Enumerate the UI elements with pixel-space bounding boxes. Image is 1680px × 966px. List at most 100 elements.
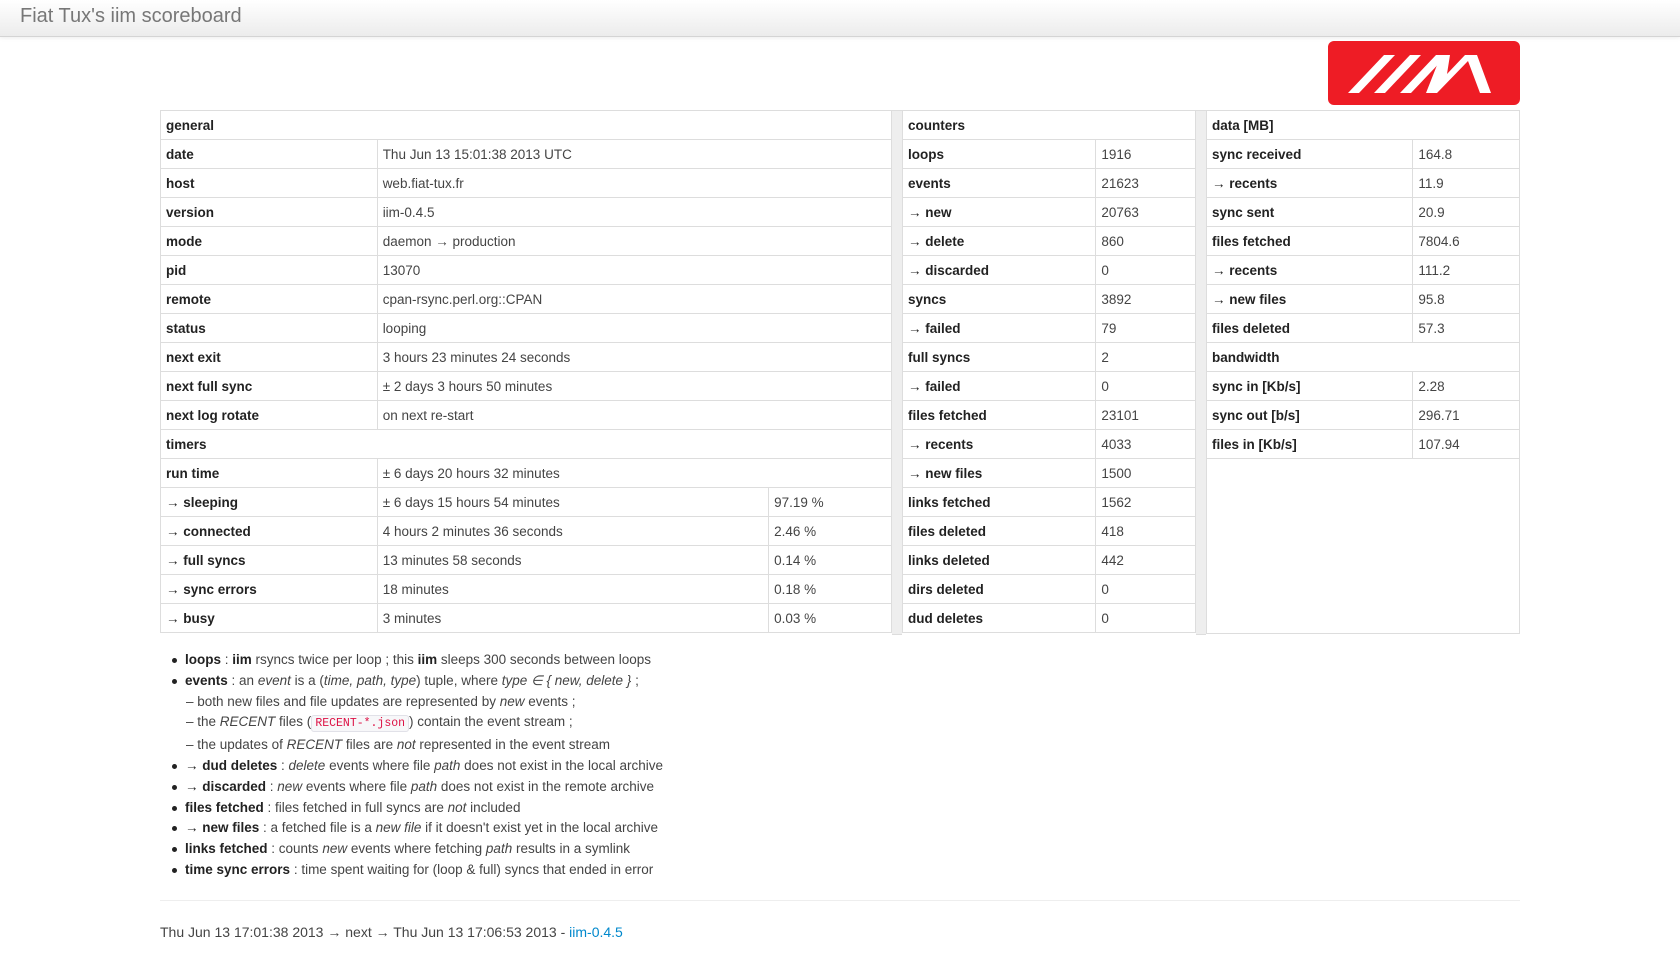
list-item: – both new files and file updates are re… [186, 693, 576, 709]
list-item: → discarded : new events where file path… [170, 777, 663, 798]
row-value: ± 6 days 15 hours 54 minutes [376, 487, 770, 517]
data-panel: data [MB] sync received 164.8 → recents 11… [1205, 110, 1520, 634]
table-row: dud deletes 0 [901, 603, 1196, 633]
table-row: → sleeping ± 6 days 15 hours 54 minutes 97… [160, 487, 892, 517]
table-row: → recents 111.2 [1205, 255, 1520, 285]
table-row: → connected 4 hours 2 minutes 36 seconds 2… [160, 516, 892, 546]
row-key: sync in [Kb/s] [1205, 371, 1414, 401]
row-value: looping [376, 313, 893, 343]
list-item: time sync errors : time spent waiting fo… [170, 860, 663, 881]
table-row: files deleted 57.3 [1205, 313, 1520, 343]
row-value: 111.2 [1412, 255, 1520, 285]
row-key: files fetched [901, 400, 1097, 430]
list-item: – the updates of RECENT files are not re… [186, 737, 611, 753]
row-value: 20.9 [1412, 197, 1520, 227]
navbar: Fiat Tux's iim scoreboard [0, 0, 1680, 37]
version-link[interactable]: iim-0.4.5 [569, 924, 623, 940]
row-key: mode [160, 226, 378, 256]
app-title[interactable]: Fiat Tux's iim scoreboard [20, 5, 242, 28]
row-key: → recents [901, 429, 1097, 459]
row-key: run time [160, 458, 378, 488]
table-row: loops 1916 [901, 139, 1196, 169]
table-row: files fetched 7804.6 [1205, 226, 1520, 256]
row-value: on next re-start [376, 400, 893, 430]
row-key: status [160, 313, 378, 343]
row-key: sync received [1205, 139, 1414, 169]
row-value: Thu Jun 13 15:01:38 2013 UTC [376, 139, 893, 169]
table-row: links fetched 1562 [901, 487, 1196, 517]
row-key: remote [160, 284, 378, 314]
row-key: sync out [b/s] [1205, 400, 1414, 430]
row-value: 0 [1095, 574, 1196, 604]
row-key: dirs deleted [901, 574, 1097, 604]
table-row: host web.fiat-tux.fr [160, 168, 893, 198]
row-key: next exit [160, 342, 378, 372]
table-row: → failed 79 [901, 313, 1196, 343]
general-panel: general date Thu Jun 13 15:01:38 2013 UTC… [160, 110, 893, 633]
row-key: dud deletes [901, 603, 1097, 633]
list-item: → dud deletes : delete events where file… [170, 756, 663, 777]
row-key: → new files [1205, 284, 1414, 314]
general-table: general date Thu Jun 13 15:01:38 2013 UTC… [160, 110, 893, 633]
table-row: → recents 4033 [901, 429, 1196, 459]
table-row: → full syncs 13 minutes 58 seconds 0.14 % [160, 545, 892, 575]
row-value: 13070 [376, 255, 893, 285]
table-row: full syncs 2 [901, 342, 1196, 372]
list-item: files fetched : files fetched in full sy… [170, 798, 663, 819]
row-value: 164.8 [1412, 139, 1520, 169]
footer-divider [160, 900, 1520, 901]
row-value: 296.71 [1412, 400, 1520, 430]
row-key: → recents [1205, 255, 1414, 285]
row-key: syncs [901, 284, 1097, 314]
row-key: version [160, 197, 378, 227]
table-row: dirs deleted 0 [901, 574, 1196, 604]
row-value: 0 [1095, 603, 1196, 633]
table-row: files fetched 23101 [901, 400, 1196, 430]
row-value: 13 minutes 58 seconds [376, 545, 770, 575]
column-separator [1196, 110, 1206, 635]
row-key: → busy [160, 603, 378, 633]
list-item: → new files : a fetched file is a new fi… [170, 818, 663, 839]
row-key: files deleted [1205, 313, 1414, 343]
row-key: pid [160, 255, 378, 285]
row-key: next log rotate [160, 400, 378, 430]
row-value: iim-0.4.5 [376, 197, 893, 227]
table-row: sync out [b/s] 296.71 [1205, 400, 1520, 430]
row-key: host [160, 168, 378, 198]
list-item: loops : iim rsyncs twice per loop ; this… [170, 650, 663, 671]
counters-table: counters loops 1916 events 21623 → new 2076… [901, 110, 1196, 633]
row-value: 3 minutes [376, 603, 770, 633]
row-key: → discarded [901, 255, 1097, 285]
row-percent: 0.03 % [768, 603, 892, 633]
table-row: sync in [Kb/s] 2.28 [1205, 371, 1520, 401]
list-item: – the RECENT files (RECENT-*.json) conta… [186, 714, 573, 733]
legend-notes: loops : iim rsyncs twice per loop ; this… [170, 650, 663, 881]
row-value: 95.8 [1412, 284, 1520, 314]
general-header: general [160, 110, 892, 140]
row-value: 0 [1095, 371, 1196, 401]
row-value: 3 hours 23 minutes 24 seconds [376, 342, 893, 372]
row-key: links fetched [901, 487, 1097, 517]
counters-panel: counters loops 1916 events 21623 → new 2076… [901, 110, 1196, 633]
data-header: data [MB] [1206, 110, 1520, 140]
row-value: 7804.6 [1412, 226, 1520, 256]
row-percent: 2.46 % [768, 516, 892, 546]
table-row: date Thu Jun 13 15:01:38 2013 UTC [160, 139, 893, 169]
table-row: sync sent 20.9 [1205, 197, 1520, 227]
row-key: next full sync [160, 371, 378, 401]
row-value: 4033 [1095, 429, 1196, 459]
row-key: full syncs [901, 342, 1097, 372]
row-key: files deleted [901, 516, 1097, 546]
table-row: → new files 1500 [901, 458, 1196, 488]
row-key: → recents [1205, 168, 1414, 198]
row-percent: 97.19 % [768, 487, 892, 517]
row-value: 79 [1095, 313, 1196, 343]
table-row: → new files 95.8 [1205, 284, 1520, 314]
footer: Thu Jun 13 17:01:38 2013 → next → Thu Ju… [160, 924, 623, 940]
list-item: events : an event is a (time, path, type… [170, 671, 663, 692]
row-key: date [160, 139, 378, 169]
table-row: files in [Kb/s] 107.94 [1205, 429, 1520, 459]
row-value: ± 2 days 3 hours 50 minutes [376, 371, 893, 401]
data-table: data [MB] sync received 164.8 → recents 11… [1205, 110, 1520, 459]
table-row: → new 20763 [901, 197, 1196, 227]
